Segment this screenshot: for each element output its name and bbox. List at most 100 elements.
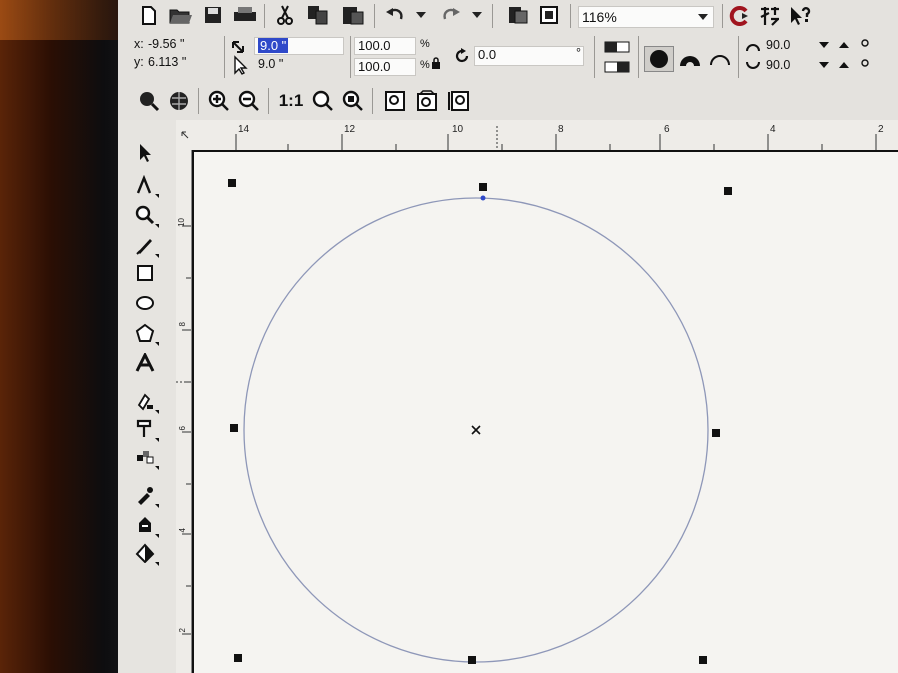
x-position-field[interactable]: -9.56 ": [148, 37, 184, 51]
text-tool-icon[interactable]: [134, 352, 156, 374]
horizontal-ruler[interactable]: 14 12 10 8 6 4 2: [176, 120, 898, 151]
center-marker-icon[interactable]: [471, 425, 481, 435]
y-position-field[interactable]: 6.113 ": [148, 55, 186, 69]
redo-icon[interactable]: [440, 4, 462, 26]
scale-y-unit: %: [420, 59, 430, 71]
eyedropper-tool-icon[interactable]: [134, 418, 159, 442]
ruler-label: 8: [178, 322, 187, 327]
zoom-to-page-height-icon[interactable]: [446, 88, 472, 114]
zoom-to-page-icon[interactable]: [382, 88, 408, 114]
separator: [738, 36, 739, 78]
ruler-label: 2: [878, 124, 884, 135]
mirror-vertical-icon[interactable]: [602, 60, 632, 74]
globe-icon[interactable]: [166, 88, 192, 114]
pick-tool-icon[interactable]: [134, 142, 156, 164]
selection-handle-top-center[interactable]: [479, 183, 487, 191]
separator: [268, 88, 269, 114]
y-position-label: y:: [134, 55, 144, 69]
fill-tool-icon[interactable]: [134, 514, 159, 538]
selection-handle-middle-right[interactable]: [712, 429, 720, 437]
save-icon[interactable]: [202, 4, 224, 26]
ruler-label: 10: [177, 218, 186, 227]
redo-dropdown-icon[interactable]: [470, 8, 484, 22]
application-window: 116% x: -9.56 " y: 6.113 " 9.0 " 9.0 " 1…: [118, 0, 898, 673]
ruler-label: 6: [664, 124, 670, 135]
drawing-canvas[interactable]: [192, 150, 898, 673]
zoom-to-selected-icon[interactable]: [310, 88, 336, 114]
ruler-label: 10: [452, 124, 464, 135]
separator: [224, 36, 225, 78]
copy-icon[interactable]: [306, 4, 330, 26]
import-icon[interactable]: [506, 4, 530, 26]
interactive-transparency-icon[interactable]: [134, 542, 159, 566]
polygon-tool-icon[interactable]: [134, 322, 159, 346]
selection-handle-middle-left[interactable]: [230, 424, 238, 432]
ruler-label: 2: [178, 628, 187, 633]
scale-x-field[interactable]: 100.0: [354, 37, 416, 55]
separator: [372, 88, 373, 114]
interactive-fill-icon[interactable]: [134, 446, 159, 470]
print-icon[interactable]: [232, 4, 258, 26]
selection-handle-bottom-center[interactable]: [468, 656, 476, 664]
end-angle-spin-up-icon[interactable]: [838, 60, 850, 70]
open-icon[interactable]: [168, 4, 194, 26]
interactive-blend-icon[interactable]: [134, 390, 159, 414]
mirror-horizontal-icon[interactable]: [602, 40, 632, 54]
freehand-tool-icon[interactable]: [134, 234, 159, 258]
height-field[interactable]: 9.0 ": [258, 57, 283, 71]
circle-shape[interactable]: [192, 150, 898, 673]
paste-icon[interactable]: [340, 4, 366, 26]
end-angle-spin-down-icon[interactable]: [818, 60, 830, 70]
width-field[interactable]: 9.0 ": [254, 37, 344, 55]
zoom-plus-icon[interactable]: [206, 88, 232, 114]
monitor-bezel: [0, 0, 130, 673]
rotation-field[interactable]: 0.0: [474, 46, 584, 66]
start-angle-icon: [744, 38, 762, 54]
rotation-icon: [452, 46, 472, 66]
zoom-to-page-width-icon[interactable]: [414, 88, 440, 114]
shape-tool-icon[interactable]: [134, 174, 159, 198]
vertical-ruler[interactable]: 10 8 6 4 2: [176, 150, 192, 673]
lock-ratio-icon[interactable]: [430, 56, 442, 70]
pie-icon[interactable]: [676, 46, 704, 70]
start-angle-spin-up-icon[interactable]: [838, 40, 850, 50]
scale-y-field[interactable]: 100.0: [354, 58, 416, 76]
zoom-minus-icon[interactable]: [236, 88, 262, 114]
ellipse-icon[interactable]: [644, 46, 674, 72]
separator: [492, 4, 493, 28]
zoom-to-all-objects-icon[interactable]: [340, 88, 366, 114]
rotation-value: 0.0: [478, 47, 497, 62]
ruler-label: 12: [344, 124, 356, 135]
selection-handle-bottom-right[interactable]: [699, 656, 707, 664]
export-icon[interactable]: [538, 4, 562, 26]
cut-icon[interactable]: [274, 4, 296, 26]
app-launcher-icon[interactable]: [728, 4, 752, 28]
undo-dropdown-icon[interactable]: [414, 8, 428, 22]
start-angle-spin-down-icon[interactable]: [818, 40, 830, 50]
zoom-tool-icon[interactable]: [134, 204, 159, 228]
zoom-toolbar: 1:1: [118, 82, 898, 121]
whats-this-icon[interactable]: [788, 4, 812, 28]
zoom-actual-size-button[interactable]: 1:1: [276, 88, 306, 114]
zoom-in-tool-icon[interactable]: [136, 88, 162, 114]
ellipse-tool-icon[interactable]: [134, 292, 156, 314]
rectangle-tool-icon[interactable]: [134, 262, 156, 284]
start-angle-field[interactable]: 90.0: [766, 38, 790, 52]
selection-handle-top-left[interactable]: [228, 179, 236, 187]
selection-handle-top-right[interactable]: [724, 187, 732, 195]
end-angle-field[interactable]: 90.0: [766, 58, 790, 72]
outline-tool-icon[interactable]: [134, 484, 159, 508]
counterclockwise-icon[interactable]: [860, 58, 870, 68]
new-icon[interactable]: [138, 4, 160, 26]
scale-x-unit: %: [420, 38, 430, 50]
separator: [350, 36, 351, 78]
selection-handle-bottom-left[interactable]: [234, 654, 242, 662]
arc-icon[interactable]: [706, 46, 734, 70]
vertical-ruler-ticks: [176, 225, 191, 635]
separator: [594, 36, 595, 78]
zoom-dropdown-icon[interactable]: [694, 8, 712, 26]
separator: [722, 4, 723, 28]
corel-online-icon[interactable]: [758, 4, 782, 28]
clockwise-icon[interactable]: [860, 38, 870, 48]
undo-icon[interactable]: [384, 4, 406, 26]
